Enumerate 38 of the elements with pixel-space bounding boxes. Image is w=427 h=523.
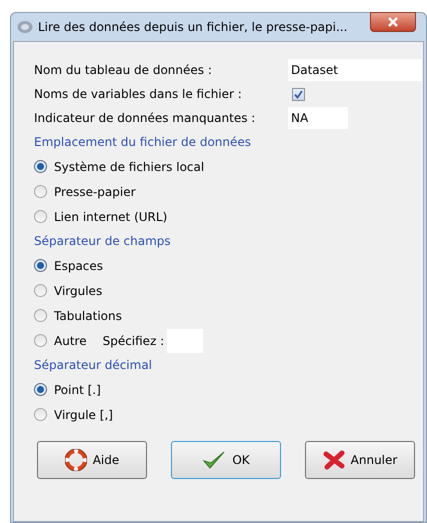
radio-button[interactable] [34,334,47,347]
close-icon [388,17,398,27]
radio-button[interactable] [34,160,47,173]
field-label: Spécifiez : [102,332,164,350]
field-label: Nom du tableau de données : [34,62,213,79]
window-title: Lire des données depuis un fichier, le presse-papi... [38,19,348,36]
radio-button[interactable] [34,408,47,421]
radio-button[interactable] [34,383,47,396]
checkbox[interactable] [292,88,305,100]
section-heading: Séparateur de champs [34,233,172,250]
text-field[interactable]: NA [288,107,348,129]
radio-label[interactable]: Tabulations [54,306,122,324]
radio-button[interactable] [34,309,47,322]
radio-label[interactable]: Point [.] [54,380,101,398]
ok-button[interactable]: OK [171,441,281,479]
close-button[interactable] [370,12,416,32]
radio-label[interactable]: Espaces [54,256,104,274]
help-button[interactable]: Aide [37,441,147,479]
radio-label[interactable]: Presse-papier [54,182,136,200]
radio-label[interactable]: Virgule [,] [54,406,113,424]
radio-button[interactable] [34,210,47,223]
app-icon [17,20,33,34]
radio-button[interactable] [34,259,47,272]
radio-label[interactable]: Autre [54,332,87,350]
radio-button[interactable] [34,185,47,198]
cross-icon [322,450,345,470]
radio-button[interactable] [34,284,47,297]
cancel-button[interactable]: Annuler [305,441,415,479]
section-heading: Emplacement du fichier de données [34,134,252,151]
radio-label[interactable]: Lien internet (URL) [54,208,168,226]
field-label: Indicateur de données manquantes : [34,110,256,127]
section-heading: Séparateur décimal [34,357,154,374]
text-field[interactable]: Dataset [288,59,422,81]
radio-label[interactable]: Virgules [54,282,102,300]
checkmark-icon [202,450,226,470]
field-label: Noms de variables dans le fichier : [34,86,243,103]
lifebuoy-icon [64,449,87,471]
radio-label[interactable]: Système de fichiers local [54,158,204,176]
